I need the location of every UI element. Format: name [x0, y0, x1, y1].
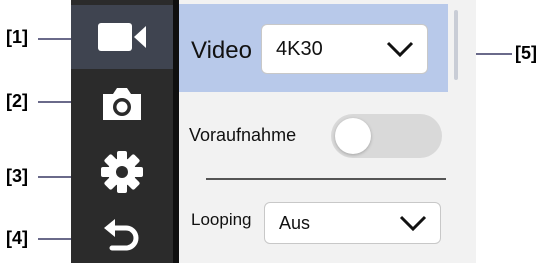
- video-camera-icon: [98, 23, 146, 51]
- looping-select[interactable]: Aus: [264, 202, 441, 244]
- pre-record-label: Voraufnahme: [189, 125, 297, 145]
- chevron-down-icon: [399, 215, 427, 232]
- scrollbar[interactable]: [454, 10, 458, 80]
- callout-3: [3]: [6, 166, 28, 186]
- looping-value: Aus: [279, 212, 311, 233]
- sidebar-item-video[interactable]: [71, 5, 173, 69]
- callout-5: [5]: [515, 43, 537, 63]
- photo-camera-icon: [103, 88, 141, 120]
- sidebar: [71, 0, 173, 263]
- section-divider: [206, 178, 446, 180]
- back-arrow-icon: [104, 219, 139, 251]
- sidebar-item-settings[interactable]: [71, 140, 173, 204]
- settings-panel: Video 4K30 Voraufnahme Looping Aus: [179, 0, 476, 263]
- video-resolution-value: 4K30: [276, 37, 323, 60]
- sidebar-item-photo[interactable]: [71, 72, 173, 136]
- chevron-down-icon: [386, 41, 414, 58]
- device-screen: Video 4K30 Voraufnahme Looping Aus: [71, 0, 476, 263]
- sidebar-item-back[interactable]: [71, 205, 173, 263]
- video-row[interactable]: Video 4K30: [179, 4, 448, 92]
- video-resolution-select[interactable]: 4K30: [261, 24, 428, 74]
- callout-2: [2]: [6, 91, 28, 111]
- pre-record-toggle[interactable]: [331, 114, 442, 158]
- gear-icon: [101, 151, 143, 193]
- looping-label: Looping: [191, 210, 252, 229]
- callout-4: [4]: [6, 228, 28, 248]
- video-label: Video: [191, 37, 252, 64]
- toggle-knob: [335, 118, 371, 154]
- callout-1: [1]: [6, 27, 28, 47]
